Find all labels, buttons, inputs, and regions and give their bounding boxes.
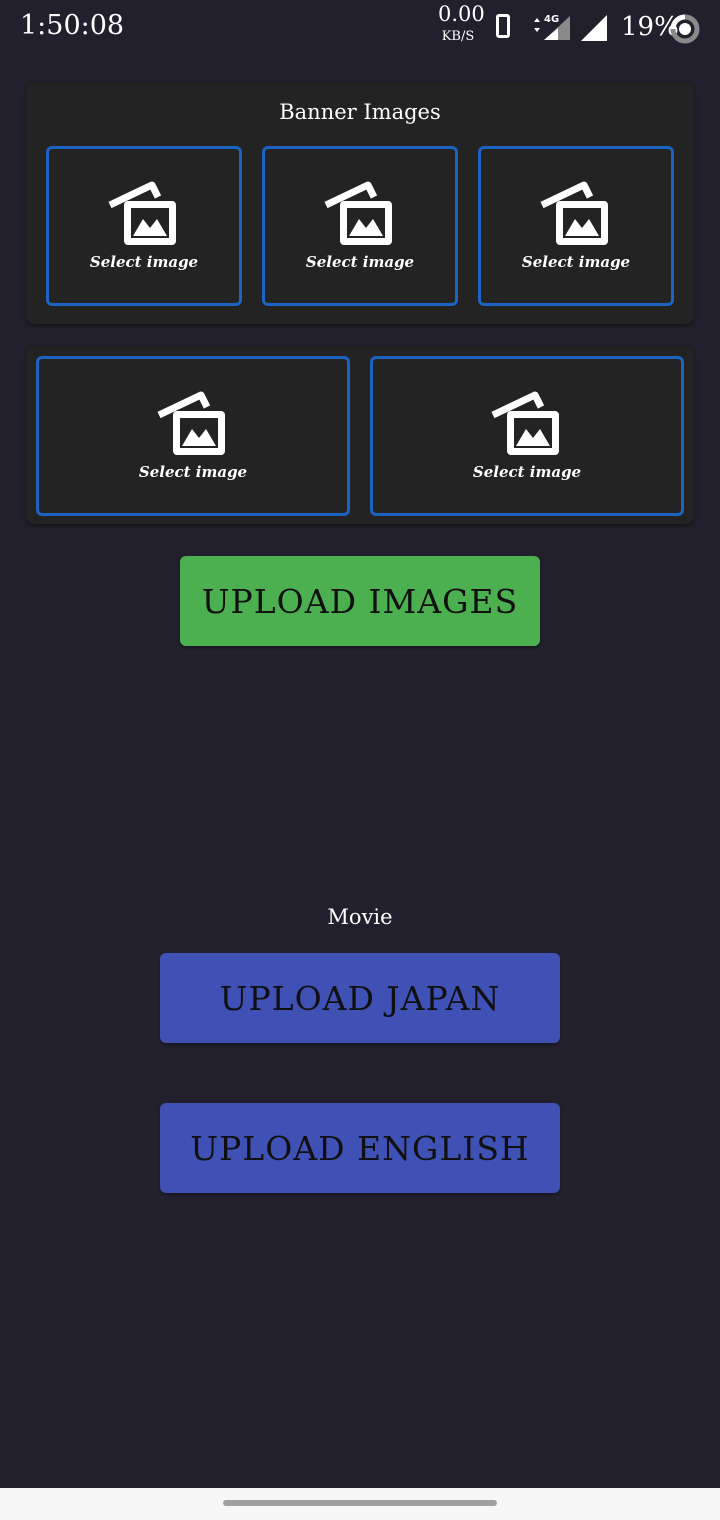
banner-image-slot-2[interactable]: Select image — [262, 146, 458, 306]
battery-icon — [670, 14, 700, 44]
select-image-label: Select image — [521, 253, 631, 271]
network-speed-unit: KB/S — [441, 29, 475, 44]
upload-english-button[interactable]: UPLOAD ENGLISH — [160, 1103, 560, 1193]
network-speed-value: 0.00 — [438, 2, 485, 26]
network-type-label: 4G — [544, 14, 559, 25]
select-image-label: Select image — [138, 463, 248, 481]
select-image-label: Select image — [472, 463, 582, 481]
movie-section-title: Movie — [327, 905, 393, 929]
network-speed: 0.00 KB/S — [438, 2, 485, 44]
status-bar: 1:50:08 0.00 KB/S 4G 19% — [0, 0, 720, 56]
signal-icon — [581, 15, 607, 41]
banner-title: Banner Images — [279, 100, 441, 124]
image-icon — [491, 391, 559, 455]
image-icon — [540, 181, 608, 245]
upload-japan-button[interactable]: UPLOAD JAPAN — [160, 953, 560, 1043]
banner-image-slot-4[interactable]: Select image — [36, 356, 350, 516]
image-icon — [324, 181, 392, 245]
image-icon — [157, 391, 225, 455]
home-gesture-handle[interactable] — [223, 1500, 497, 1506]
banner-image-slot-3[interactable]: Select image — [478, 146, 674, 306]
banner-image-slot-1[interactable]: Select image — [46, 146, 242, 306]
select-image-label: Select image — [305, 253, 415, 271]
image-icon — [108, 181, 176, 245]
phone-icon — [496, 14, 510, 38]
banner-image-slot-5[interactable]: Select image — [370, 356, 684, 516]
upload-images-button[interactable]: UPLOAD IMAGES — [180, 556, 540, 646]
select-image-label: Select image — [89, 253, 199, 271]
status-time: 1:50:08 — [20, 10, 125, 41]
signal-4g-icon: 4G — [534, 14, 570, 40]
